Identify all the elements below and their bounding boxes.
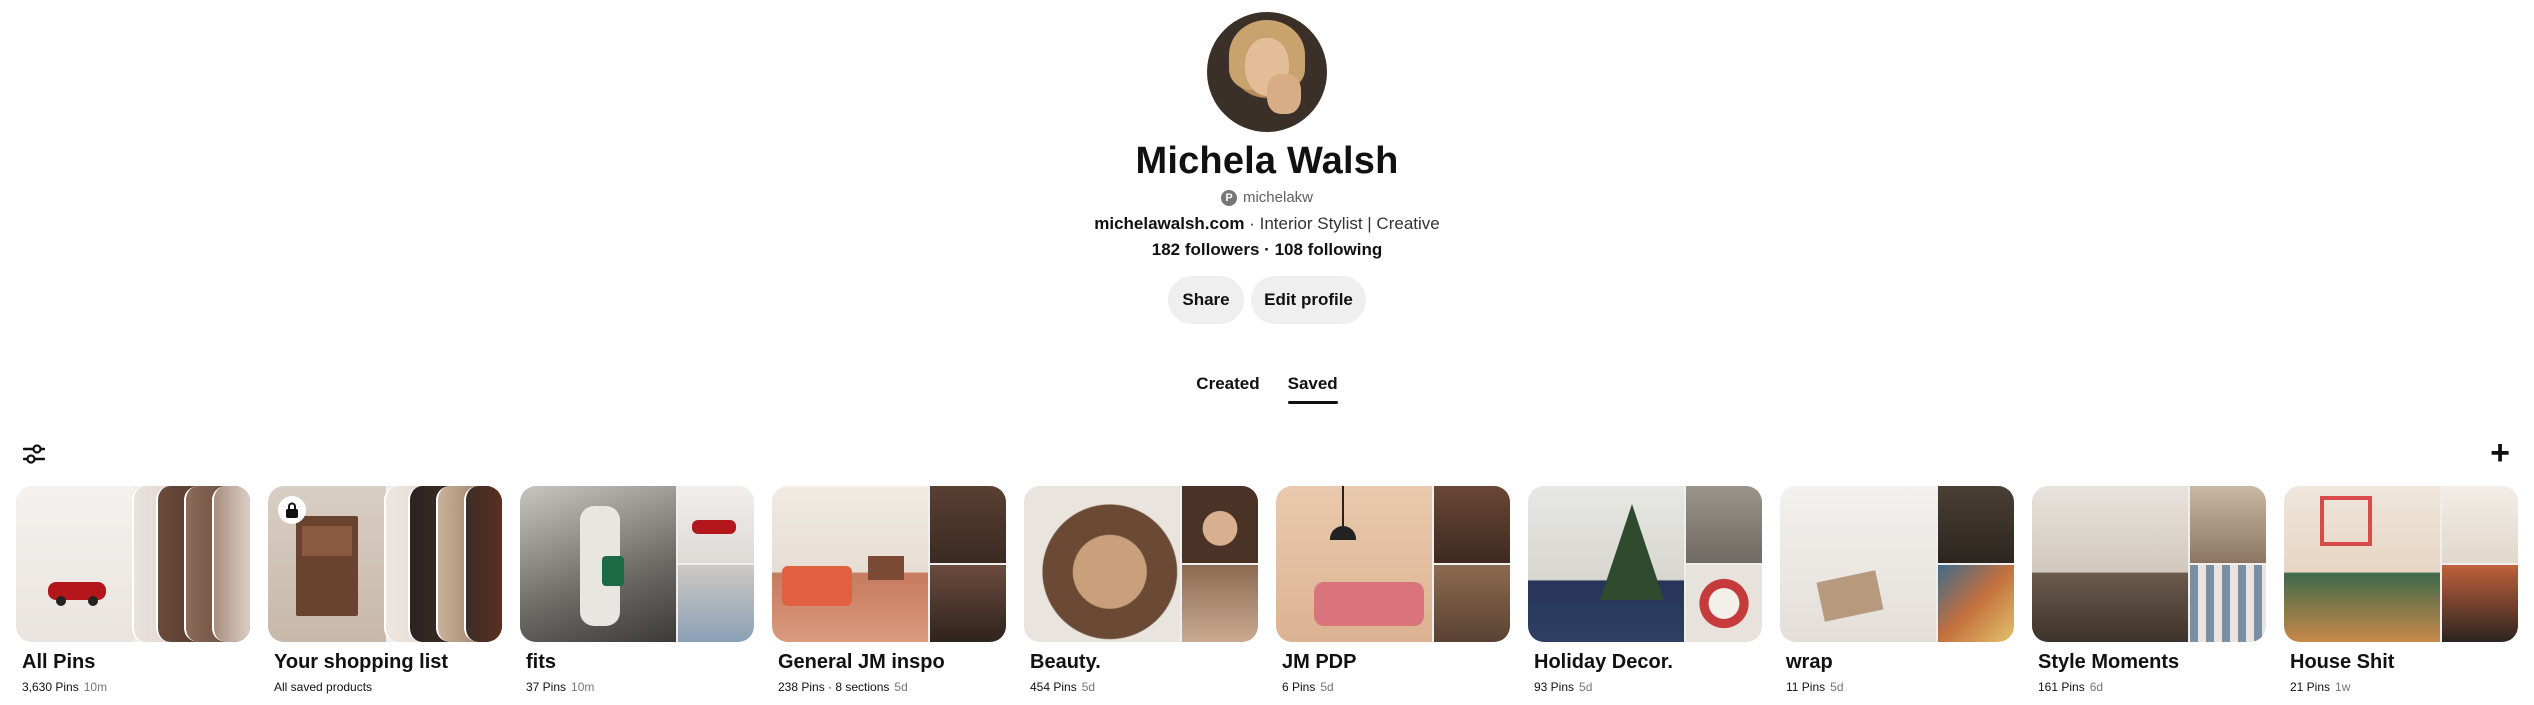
- avatar-hand: [1267, 74, 1301, 114]
- board-fits[interactable]: fits 37 Pins 10m: [520, 486, 754, 694]
- cover-thumb: [678, 486, 754, 563]
- board-cover: [1024, 486, 1258, 642]
- board-title: fits: [526, 651, 556, 673]
- cover-thumb: [1686, 486, 1762, 563]
- board-wrap[interactable]: wrap 11 Pins 5d: [1780, 486, 2014, 694]
- board-your-shopping-list[interactable]: Your shopping list All saved products: [268, 486, 502, 694]
- cover-thumb: [930, 486, 1006, 563]
- board-house-shit[interactable]: House Shit 21 Pins 1w: [2284, 486, 2518, 694]
- cover-image: [2032, 486, 2188, 642]
- board-beauty[interactable]: Beauty. 454 Pins 5d: [1024, 486, 1258, 694]
- board-cover: [772, 486, 1006, 642]
- board-meta: 3,630 Pins 10m: [22, 680, 108, 694]
- cover-image: [16, 486, 134, 642]
- cover-thumb: [1434, 486, 1510, 563]
- lock-icon: [278, 496, 306, 524]
- cover-image: [1528, 486, 1684, 642]
- edit-profile-button[interactable]: Edit profile: [1251, 276, 1366, 324]
- board-meta: 454 Pins 5d: [1030, 680, 1096, 694]
- filter-sliders-icon[interactable]: [20, 440, 48, 468]
- board-cover: [268, 486, 502, 642]
- cover-image: [1024, 486, 1180, 642]
- board-cover: [1528, 486, 1762, 642]
- cover-thumb: [2190, 486, 2266, 563]
- board-title: Your shopping list: [274, 651, 449, 673]
- board-cover: [1780, 486, 2014, 642]
- cover-image: [772, 486, 928, 642]
- cover-thumb: [1182, 486, 1258, 563]
- board-meta: 37 Pins 10m: [526, 680, 595, 694]
- board-meta: 11 Pins 5d: [1786, 680, 1844, 694]
- cover-thumb: [678, 565, 754, 642]
- cover-image: [520, 486, 676, 642]
- cover-thumb: [1938, 486, 2014, 563]
- profile-handle: michelakw: [1242, 189, 1314, 206]
- cover-thumb: [2442, 565, 2518, 642]
- cover-thumb: [1938, 565, 2014, 642]
- board-cover: [2032, 486, 2266, 642]
- board-meta: 238 Pins · 8 sections 5d: [778, 680, 908, 694]
- board-meta: All saved products: [274, 680, 373, 694]
- board-general-jm-inspo[interactable]: General JM inspo 238 Pins · 8 sections 5d: [772, 486, 1006, 694]
- board-title: Holiday Decor.: [1534, 651, 1673, 673]
- board-title: Style Moments: [2038, 651, 2180, 673]
- create-plus-icon[interactable]: +: [2484, 436, 2516, 470]
- cover-thumb: [1182, 565, 1258, 642]
- board-all-pins[interactable]: All Pins 3,630 Pins 10m: [16, 486, 250, 694]
- board-title: General JM inspo: [778, 651, 945, 673]
- cover-thumb: [2442, 486, 2518, 563]
- profile-bio-row: michelawalsh.com · Interior Stylist | Cr…: [0, 214, 2534, 234]
- cover-thumb: [1434, 565, 1510, 642]
- board-style-moments[interactable]: Style Moments 161 Pins 6d: [2032, 486, 2266, 694]
- profile-name: Michela Walsh: [1135, 140, 1399, 182]
- board-holiday-decor[interactable]: Holiday Decor. 93 Pins 5d: [1528, 486, 1762, 694]
- board-meta: 93 Pins 5d: [1534, 680, 1593, 694]
- profile-website-link[interactable]: michelawalsh.com: [1094, 214, 1244, 233]
- share-button[interactable]: Share: [1168, 276, 1244, 324]
- board-jm-pdp[interactable]: JM PDP 6 Pins 5d: [1276, 486, 1510, 694]
- board-title: wrap: [1786, 651, 1833, 673]
- cover-thumb: [930, 565, 1006, 642]
- profile-handle-row: P michelakw: [0, 189, 2534, 206]
- profile-stats[interactable]: 182 followers · 108 following: [0, 240, 2534, 260]
- pinterest-logo-icon: P: [1220, 189, 1237, 206]
- board-cover: [520, 486, 754, 642]
- tab-saved[interactable]: Saved: [1287, 374, 1338, 404]
- cover-thumb: [1686, 565, 1762, 642]
- board-title: House Shit: [2290, 651, 2395, 673]
- board-title: JM PDP: [1282, 651, 1357, 673]
- board-cover: [2284, 486, 2518, 642]
- profile-bio: · Interior Stylist | Creative: [1244, 214, 1440, 233]
- board-cover: [16, 486, 250, 642]
- cover-image: [1276, 486, 1432, 642]
- board-meta: 161 Pins 6d: [2038, 680, 2104, 694]
- cover-image: [2284, 486, 2440, 642]
- board-title: Beauty.: [1030, 651, 1101, 673]
- avatar[interactable]: [1207, 12, 1327, 132]
- board-meta: 6 Pins 5d: [1282, 680, 1334, 694]
- board-title: All Pins: [22, 651, 96, 673]
- board-meta: 21 Pins 1w: [2290, 680, 2351, 694]
- profile-tabs: Created Saved: [0, 374, 2534, 404]
- board-cover: [1276, 486, 1510, 642]
- cover-thumb: [2190, 565, 2266, 642]
- tab-created[interactable]: Created: [1196, 374, 1259, 404]
- cover-image: [1780, 486, 1936, 642]
